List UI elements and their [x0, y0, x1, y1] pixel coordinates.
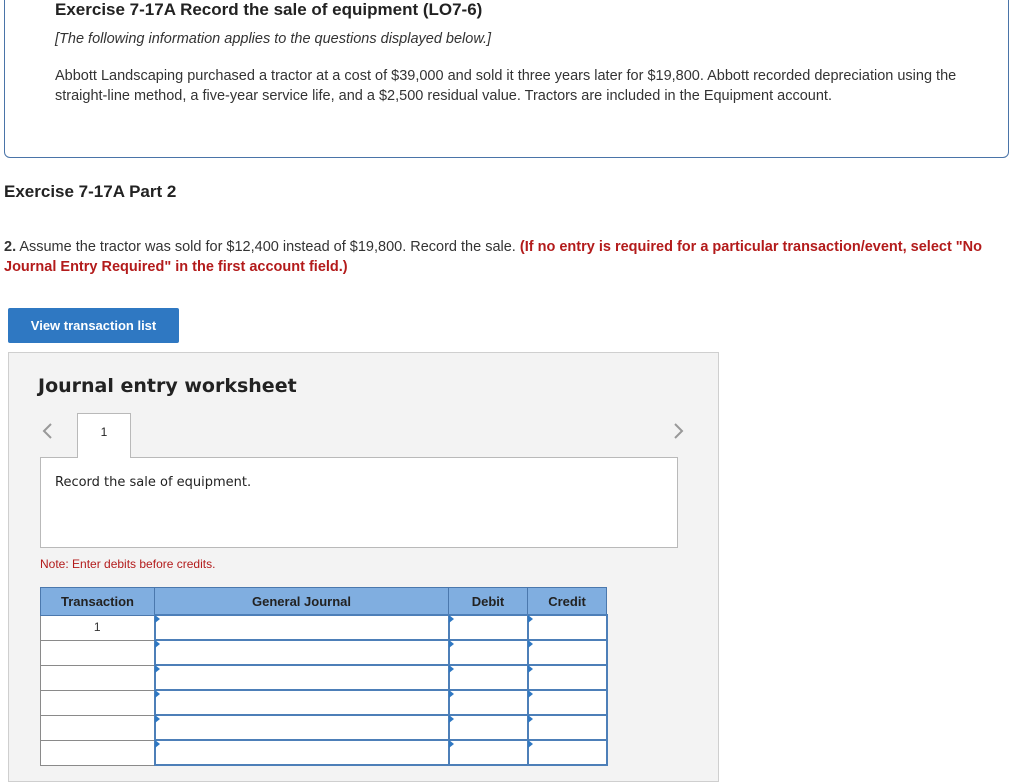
- general-journal-account-field[interactable]: [153, 614, 450, 641]
- triangle-right-icon: [527, 665, 533, 673]
- column-header-debit: Debit: [448, 587, 528, 616]
- exercise-note: [The following information applies to th…: [55, 31, 492, 47]
- triangle-right-icon: [448, 740, 454, 748]
- triangle-right-icon: [527, 690, 533, 698]
- triangle-right-icon: [448, 640, 454, 648]
- exercise-info-box: Exercise 7-17A Record the sale of equipm…: [4, 0, 1009, 158]
- general-journal-account-field[interactable]: [153, 664, 450, 691]
- debit-field[interactable]: [447, 689, 529, 716]
- table-row: [40, 739, 608, 766]
- transaction-cell: [40, 714, 155, 741]
- general-journal-account-field[interactable]: [153, 689, 450, 716]
- table-row: [40, 664, 608, 691]
- general-journal-account-field[interactable]: [153, 714, 450, 741]
- journal-table: Transaction General Journal Debit Credit…: [40, 587, 608, 766]
- credit-field[interactable]: [526, 664, 608, 691]
- exercise-paragraph: Abbott Landscaping purchased a tractor a…: [55, 68, 957, 104]
- journal-entry-worksheet: Journal entry worksheet 1 Record the sal…: [8, 352, 719, 782]
- triangle-right-icon: [527, 715, 533, 723]
- triangle-right-icon: [154, 740, 160, 748]
- triangle-right-icon: [448, 715, 454, 723]
- table-row: [40, 714, 608, 741]
- table-row: 1: [40, 614, 608, 641]
- triangle-right-icon: [527, 615, 533, 623]
- credit-field[interactable]: [526, 639, 608, 666]
- transaction-cell: [40, 664, 155, 691]
- general-journal-account-field[interactable]: [153, 639, 450, 666]
- triangle-right-icon: [154, 640, 160, 648]
- triangle-right-icon: [448, 690, 454, 698]
- chevron-right-icon[interactable]: [668, 419, 688, 443]
- triangle-right-icon: [527, 740, 533, 748]
- view-transaction-list-button[interactable]: View transaction list: [8, 308, 179, 343]
- part-title: Exercise 7-17A Part 2: [4, 182, 177, 201]
- triangle-right-icon: [448, 665, 454, 673]
- column-header-credit: Credit: [527, 587, 607, 616]
- question-body: Assume the tractor was sold for $12,400 …: [16, 239, 520, 255]
- debit-field[interactable]: [447, 639, 529, 666]
- triangle-right-icon: [448, 615, 454, 623]
- column-header-transaction: Transaction: [40, 587, 155, 616]
- triangle-right-icon: [154, 615, 160, 623]
- entry-description-box: Record the sale of equipment.: [40, 457, 678, 548]
- chevron-left-icon[interactable]: [38, 419, 58, 443]
- tab-transaction-1[interactable]: 1: [77, 413, 131, 458]
- transaction-cell: [40, 689, 155, 716]
- debit-field[interactable]: [447, 614, 529, 641]
- triangle-right-icon: [527, 640, 533, 648]
- debit-credit-note: Note: Enter debits before credits.: [40, 557, 216, 571]
- transaction-cell: [40, 739, 155, 766]
- triangle-right-icon: [154, 665, 160, 673]
- triangle-right-icon: [154, 715, 160, 723]
- credit-field[interactable]: [526, 714, 608, 741]
- question-text: 2. Assume the tractor was sold for $12,4…: [4, 237, 1004, 277]
- debit-field[interactable]: [447, 714, 529, 741]
- entry-description: Record the sale of equipment.: [55, 475, 252, 490]
- table-row: [40, 689, 608, 716]
- credit-field[interactable]: [526, 739, 608, 766]
- debit-field[interactable]: [447, 664, 529, 691]
- transaction-cell: 1: [40, 614, 155, 641]
- general-journal-account-field[interactable]: [153, 739, 450, 766]
- journal-header-row: Transaction General Journal Debit Credit: [40, 587, 607, 616]
- exercise-title: Exercise 7-17A Record the sale of equipm…: [55, 0, 483, 19]
- table-row: [40, 639, 608, 666]
- worksheet-title: Journal entry worksheet: [38, 375, 297, 397]
- debit-field[interactable]: [447, 739, 529, 766]
- triangle-right-icon: [154, 690, 160, 698]
- question-number: 2.: [4, 239, 17, 255]
- transaction-cell: [40, 639, 155, 666]
- credit-field[interactable]: [526, 614, 608, 641]
- credit-field[interactable]: [526, 689, 608, 716]
- column-header-general-journal: General Journal: [154, 587, 449, 616]
